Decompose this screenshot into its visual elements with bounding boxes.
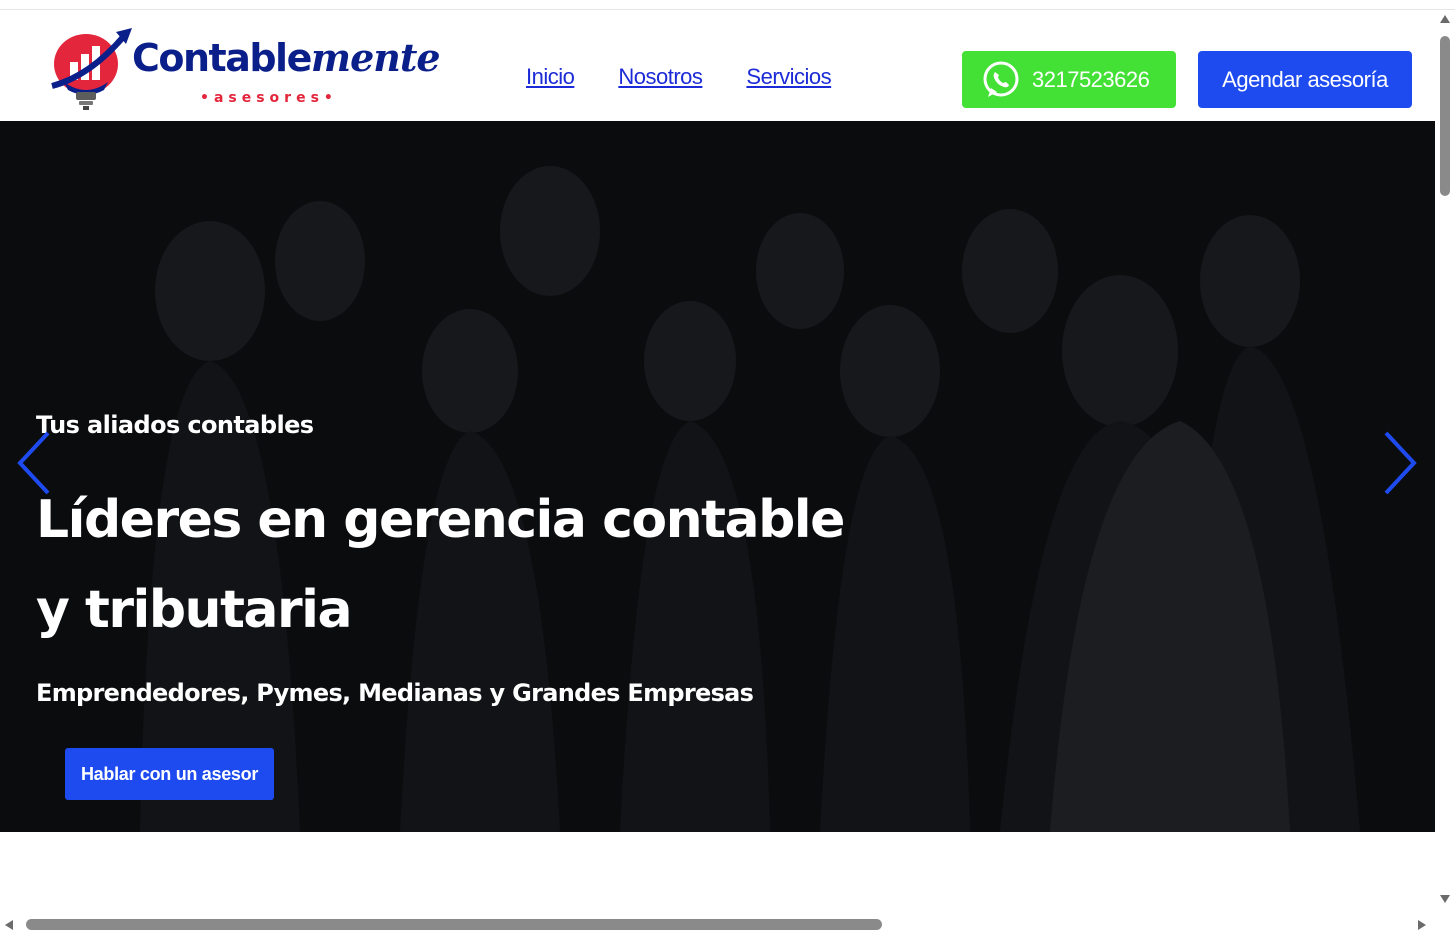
hablar-asesor-label: Hablar con un asesor [80,763,259,784]
whatsapp-number: 3217523626 [1032,66,1150,92]
scroll-right-arrow-icon[interactable] [1417,919,1427,931]
vertical-scrollbar[interactable] [1435,10,1455,915]
nav-link-nosotros[interactable]: Nosotros [618,64,703,90]
hero-carousel: Tus aliados contables Líderes en gerenci… [0,121,1435,832]
logo-subtitle: •asesores• [200,90,338,106]
hero-eyebrow: Tus aliados contables [36,411,314,439]
whatsapp-button[interactable]: 3217523626 [962,51,1176,108]
horizontal-scrollbar-thumb[interactable] [26,919,882,930]
main-nav: Inicio Nosotros Servicios [526,64,832,90]
lightbulb-chart-logo-icon [51,28,132,110]
nav-link-servicios[interactable]: Servicios [746,64,831,90]
top-border [0,0,1455,10]
vertical-scrollbar-thumb[interactable] [1440,36,1450,196]
horizontal-scrollbar[interactable] [0,915,1435,936]
hero-title: Líderes en gerencia contable y tributari… [36,490,845,640]
logo-word-bold: Contable [132,36,312,80]
hablar-asesor-button[interactable]: Hablar con un asesor [65,748,274,800]
scroll-left-arrow-icon[interactable] [4,919,14,931]
scroll-down-arrow-icon[interactable] [1439,894,1451,904]
browser-viewport: Contablemente •asesores• Inicio Nosotros… [0,0,1455,936]
logo-word-script: mente [310,35,441,80]
chevron-left-icon[interactable] [14,431,54,495]
logo-wordmark: Contablemente [132,35,441,80]
hero-subtitle: Emprendedores, Pymes, Medianas y Grandes… [36,679,754,707]
agendar-asesoria-label: Agendar asesoría [1222,66,1388,92]
agendar-asesoria-button[interactable]: Agendar asesoría [1198,51,1412,108]
chevron-right-icon[interactable] [1380,431,1420,495]
site-logo[interactable]: Contablemente •asesores• [50,26,441,118]
scroll-up-arrow-icon[interactable] [1439,14,1451,24]
whatsapp-icon [983,61,1019,97]
nav-link-inicio[interactable]: Inicio [526,64,575,90]
